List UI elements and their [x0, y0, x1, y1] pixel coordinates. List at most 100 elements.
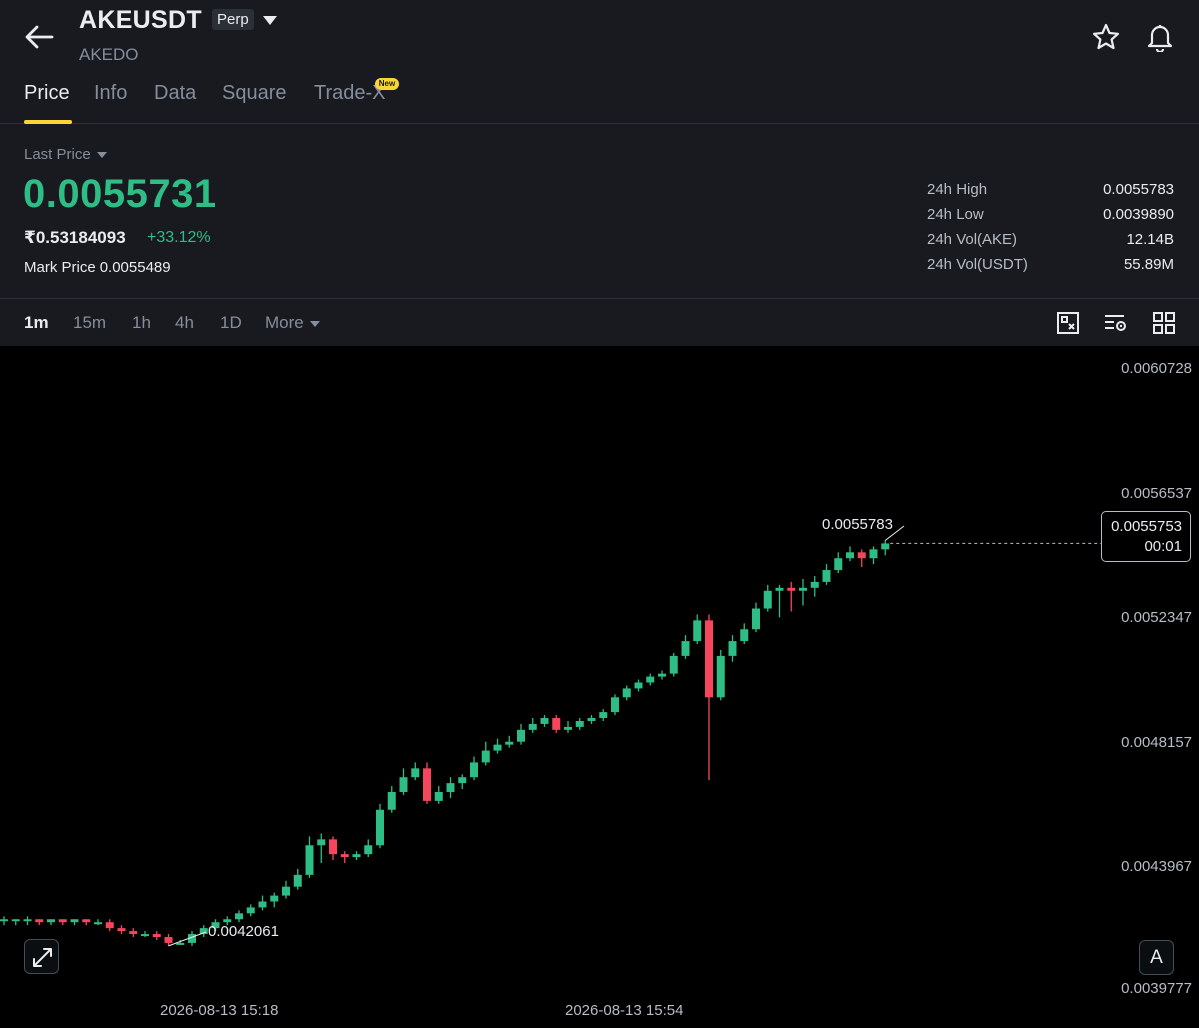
candle-body — [446, 783, 455, 793]
title-bar: AKEUSDT Perp AKEDO — [0, 0, 1199, 80]
candle-body — [599, 712, 608, 719]
candle-body — [775, 587, 784, 591]
candle-body — [258, 901, 267, 908]
last-price-value: 0.0055731 — [23, 172, 217, 216]
candle-body — [58, 919, 67, 923]
star-icon[interactable] — [1091, 22, 1121, 52]
candle-body — [658, 673, 666, 677]
bell-icon[interactable] — [1145, 22, 1175, 52]
fullscreen-button[interactable] — [24, 939, 59, 974]
mark-price-value: 0.0055489 — [99, 259, 171, 276]
candle-body — [35, 919, 44, 923]
candle-body — [411, 768, 420, 778]
candle-body — [117, 928, 126, 932]
back-arrow-icon[interactable] — [22, 22, 56, 52]
tab-price[interactable]: Price — [24, 82, 70, 105]
chart-layout-icon[interactable] — [1056, 311, 1080, 335]
interval-more-dropdown[interactable]: More — [265, 313, 320, 333]
candle-body — [681, 641, 690, 656]
y-axis-tick: 0.0056537 — [1121, 485, 1192, 502]
candle-body — [70, 919, 79, 923]
candle-body — [23, 919, 32, 922]
candle-body — [505, 741, 514, 745]
candle-body — [575, 720, 584, 727]
candle-body — [552, 718, 561, 730]
candle-body — [364, 845, 373, 855]
interval-15m[interactable]: 15m — [73, 313, 106, 333]
price-change-percent: +33.12% — [147, 229, 211, 246]
interval-4h[interactable]: 4h — [175, 313, 194, 333]
tab-bar: Price Info Data Square Trade-X — [0, 80, 1199, 124]
chevron-down-icon[interactable] — [262, 14, 278, 26]
candle-body — [305, 845, 314, 875]
current-price-tag: 0.0055753 00:01 — [1101, 511, 1191, 562]
candle-body — [376, 809, 384, 846]
auto-scale-button[interactable]: A — [1139, 940, 1174, 975]
interval-1d[interactable]: 1D — [220, 313, 242, 333]
candle-body — [0, 919, 8, 922]
candle-body — [235, 913, 243, 920]
candlestick-chart[interactable]: 0.0060728 0.0056537 0.0052347 0.0048157 … — [0, 346, 1199, 1028]
market-header-panel: AKEUSDT Perp AKEDO Price Info Data Squar… — [0, 0, 1199, 346]
caret-down-icon — [96, 152, 107, 159]
expand-arrows-icon — [33, 948, 52, 967]
candle-body — [810, 581, 819, 588]
candle-body — [82, 919, 91, 923]
high-price-annotation: 0.0055783 — [822, 516, 893, 533]
candle-body — [646, 676, 655, 683]
candle-body — [11, 919, 20, 922]
y-axis-tick: 0.0043967 — [1121, 858, 1192, 875]
tab-info[interactable]: Info — [94, 82, 127, 105]
candle-body — [799, 587, 807, 591]
candle-body — [716, 655, 725, 698]
caret-down-icon — [309, 320, 320, 327]
candle-body — [270, 895, 279, 902]
candle-body — [763, 590, 772, 609]
local-currency-price: ₹0.53184093 — [24, 228, 126, 247]
candle-body — [728, 641, 737, 656]
y-axis-tick: 0.0048157 — [1121, 734, 1192, 751]
stat-label-24h-low: 24h Low — [927, 206, 984, 223]
candle-body — [152, 934, 161, 938]
candle-body — [470, 762, 478, 778]
candle-body — [223, 919, 232, 923]
stat-value-24h-vol-ake: 12.14B — [1126, 231, 1174, 248]
candle-body — [423, 768, 431, 801]
stat-value-24h-high: 0.0055783 — [1103, 181, 1174, 198]
stat-value-24h-vol-usdt: 55.89M — [1123, 256, 1174, 273]
stat-label-24h-vol-usdt: 24h Vol(USDT) — [927, 256, 1028, 273]
y-axis-tick: 0.0060728 — [1121, 360, 1192, 377]
indicator-settings-icon[interactable] — [1104, 311, 1128, 335]
candlestick-plot — [0, 525, 1101, 947]
candle-body — [693, 620, 702, 642]
candle-body — [881, 543, 890, 550]
candle-body — [540, 718, 549, 724]
candle-body — [340, 854, 349, 858]
interval-1h[interactable]: 1h — [132, 313, 151, 333]
candle-body — [329, 839, 337, 855]
grid-view-icon[interactable] — [1152, 311, 1176, 335]
candle-body — [669, 655, 678, 674]
candle-body — [517, 729, 525, 742]
stat-label-24h-high: 24h High — [927, 181, 988, 198]
x-axis-tick: 2026-08-13 15:18 — [160, 1002, 279, 1019]
y-axis-tick: 0.0039777 — [1121, 980, 1192, 997]
candle-body — [164, 937, 173, 943]
candle-body — [317, 839, 326, 846]
tab-data[interactable]: Data — [154, 82, 196, 105]
candle-body — [740, 629, 749, 642]
symbol-title[interactable]: AKEUSDT — [79, 6, 202, 35]
last-price-dropdown[interactable]: Last Price — [24, 146, 107, 163]
candle-body — [822, 570, 831, 582]
interval-more-label: More — [265, 313, 304, 332]
candle-body — [787, 587, 796, 591]
low-annotation-leader — [168, 931, 207, 947]
tab-square[interactable]: Square — [222, 82, 287, 105]
candle-body — [176, 942, 185, 945]
candle-body — [846, 552, 854, 559]
interval-1m[interactable]: 1m — [24, 313, 49, 333]
candle-body — [705, 620, 713, 698]
candle-body — [493, 744, 502, 751]
candle-body — [129, 931, 138, 935]
candle-body — [587, 718, 596, 721]
